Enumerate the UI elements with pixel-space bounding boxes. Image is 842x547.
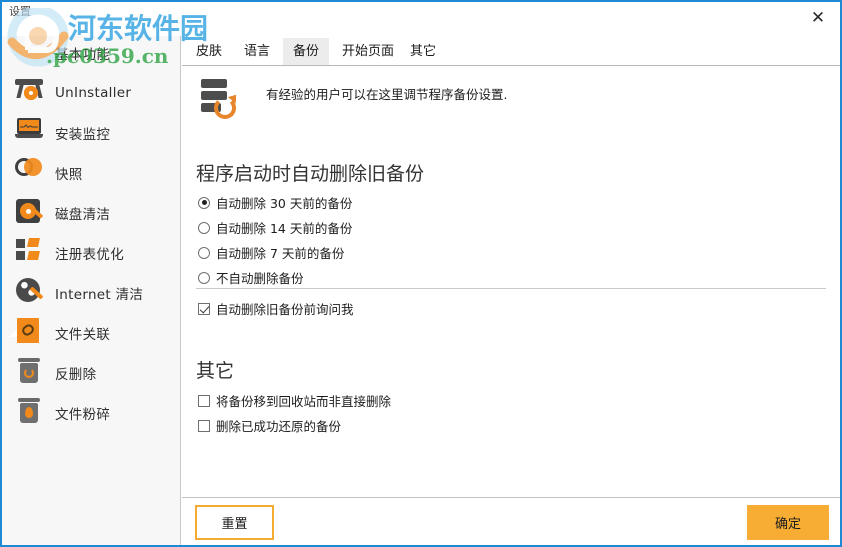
radio-indicator[interactable] [198, 196, 210, 209]
checkbox-label: 删除已成功还原的备份 [216, 419, 342, 434]
window-title: 设置 [9, 5, 31, 18]
footer-bar: 重置 确定 [182, 497, 840, 545]
section-title-auto-delete: 程序启动时自动删除旧备份 [196, 163, 425, 185]
tab-language[interactable]: 语言 [234, 38, 280, 65]
uninstaller-icon [14, 78, 44, 108]
settings-window: 基本功能 UnInstaller 安装监控 快照 磁盘清洁 注册表优化 Inte… [0, 0, 842, 547]
radio-indicator[interactable] [198, 221, 210, 234]
sidebar-item-snapshot[interactable]: 快照 [2, 153, 180, 193]
main-content: 有经验的用户可以在这里调节程序备份设置. 程序启动时自动删除旧备份 自动删除 3… [182, 66, 840, 497]
radio-indicator[interactable] [198, 246, 210, 259]
sidebar-item-basic[interactable]: 基本功能 [2, 33, 180, 73]
checkbox-indicator[interactable] [198, 419, 210, 432]
checkbox-delete-restored-backups[interactable]: 删除已成功还原的备份 [198, 416, 341, 435]
install-monitor-icon [14, 118, 44, 148]
content-header-text: 有经验的用户可以在这里调节程序备份设置. [266, 87, 508, 102]
gear-icon [14, 38, 44, 68]
database-restore-icon [196, 77, 242, 123]
checkbox-indicator[interactable] [198, 302, 210, 315]
section-divider [196, 288, 826, 289]
sidebar-item-uninstaller[interactable]: UnInstaller [2, 73, 180, 113]
tab-bar: 皮肤 语言 备份 开始页面 其它 [182, 38, 840, 66]
sidebar-item-label: 文件粉碎 [55, 407, 111, 423]
sidebar-item-label: 文件关联 [55, 327, 111, 343]
radio-option-30-days[interactable]: 自动删除 30 天前的备份 [198, 193, 352, 212]
sidebar-item-label: UnInstaller [55, 85, 132, 101]
snapshot-icon [14, 158, 44, 188]
radio-indicator[interactable] [198, 271, 210, 284]
checkbox-label: 将备份移到回收站而非直接删除 [216, 394, 392, 409]
radio-label: 自动删除 30 天前的备份 [216, 196, 353, 211]
tab-backup[interactable]: 备份 [283, 38, 330, 65]
sidebar-item-label: 快照 [55, 167, 83, 183]
radio-label: 不自动删除备份 [216, 271, 304, 286]
radio-label: 自动删除 7 天前的备份 [216, 246, 345, 261]
sidebar: 基本功能 UnInstaller 安装监控 快照 磁盘清洁 注册表优化 Inte… [2, 2, 181, 545]
undelete-icon [14, 358, 44, 388]
tab-other[interactable]: 其它 [400, 38, 446, 65]
sidebar-item-registry-optimize[interactable]: 注册表优化 [2, 233, 180, 273]
radio-option-never[interactable]: 不自动删除备份 [198, 268, 304, 287]
content-header: 有经验的用户可以在这里调节程序备份设置. [196, 77, 507, 123]
sidebar-item-label: 反删除 [55, 367, 97, 383]
sidebar-item-file-association[interactable]: 文件关联 [2, 313, 180, 353]
checkbox-move-to-recycle-bin[interactable]: 将备份移到回收站而非直接删除 [198, 391, 391, 410]
sidebar-item-label: Internet 清洁 [55, 287, 144, 303]
sidebar-item-install-monitor[interactable]: 安装监控 [2, 113, 180, 153]
radio-option-7-days[interactable]: 自动删除 7 天前的备份 [198, 243, 344, 262]
sidebar-item-label: 安装监控 [55, 127, 111, 143]
radio-label: 自动删除 14 天前的备份 [216, 221, 353, 236]
sidebar-item-label: 磁盘清洁 [55, 207, 111, 223]
ok-button[interactable]: 确定 [747, 505, 829, 540]
sidebar-item-label: 基本功能 [55, 47, 111, 63]
sidebar-item-internet-clean[interactable]: Internet 清洁 [2, 273, 180, 313]
sidebar-item-disk-clean[interactable]: 磁盘清洁 [2, 193, 180, 233]
checkbox-label: 自动删除旧备份前询问我 [216, 302, 354, 317]
sidebar-item-label: 注册表优化 [55, 247, 124, 263]
close-icon[interactable]: ✕ [802, 4, 834, 32]
checkbox-ask-before-delete[interactable]: 自动删除旧备份前询问我 [198, 299, 354, 318]
tab-skin[interactable]: 皮肤 [186, 38, 232, 65]
registry-optimize-icon [14, 238, 44, 268]
file-association-icon [9, 318, 44, 348]
tab-start-page[interactable]: 开始页面 [332, 38, 404, 65]
title-bar: 设置 ✕ [2, 2, 840, 36]
section-title-other: 其它 [196, 360, 235, 382]
radio-option-14-days[interactable]: 自动删除 14 天前的备份 [198, 218, 352, 237]
internet-clean-icon [14, 278, 44, 308]
file-shredder-icon [14, 398, 44, 428]
sidebar-item-file-shredder[interactable]: 文件粉碎 [2, 393, 180, 433]
sidebar-item-undelete[interactable]: 反删除 [2, 353, 180, 393]
checkbox-indicator[interactable] [198, 394, 210, 407]
disk-clean-icon [14, 198, 44, 228]
reset-button[interactable]: 重置 [195, 505, 274, 540]
